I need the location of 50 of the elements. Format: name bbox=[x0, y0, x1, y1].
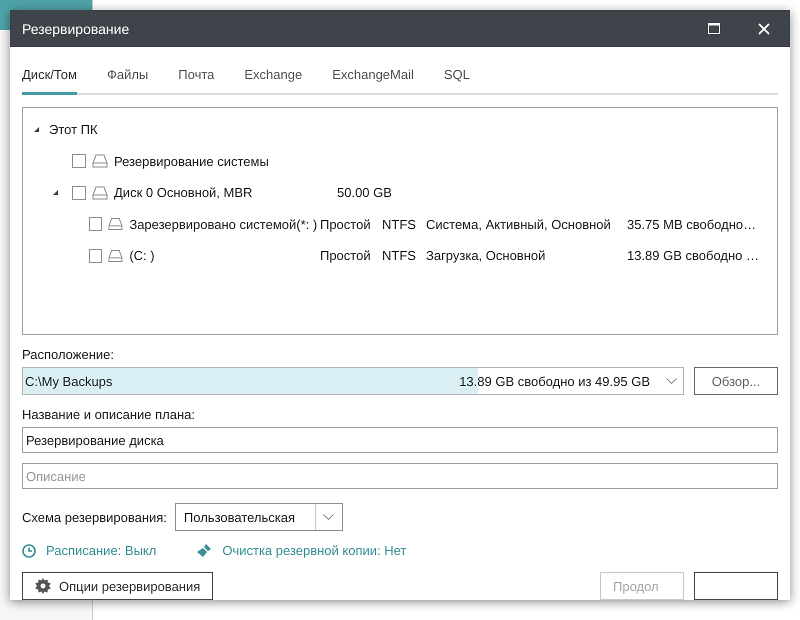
expander-icon[interactable] bbox=[52, 189, 58, 196]
tree-cell-text: 13.89 GB свободно … bbox=[626, 248, 760, 264]
tree-cell-text: NTFS bbox=[382, 248, 417, 264]
plan-name-field[interactable]: Резервирование диска bbox=[22, 427, 778, 453]
tree-item-label[interactable]: Резервирование системы bbox=[114, 154, 269, 169]
tree-item-label[interactable]: Этот ПК bbox=[49, 122, 98, 138]
drive-icon bbox=[92, 154, 108, 168]
tab[interactable]: Exchange bbox=[244, 59, 302, 95]
plan-label: Название и описание плана: bbox=[22, 407, 196, 422]
chevron-down-icon bbox=[666, 378, 677, 384]
checkbox[interactable] bbox=[89, 217, 102, 232]
clock-icon bbox=[22, 544, 36, 558]
chevron-down-icon bbox=[323, 514, 334, 520]
description-field[interactable]: Описание bbox=[22, 463, 778, 489]
brush-icon bbox=[196, 543, 212, 558]
scheme-label: Схема резервирования: bbox=[22, 510, 167, 524]
tree-cell-text: NTFS bbox=[382, 216, 417, 232]
tree-cell-text: Простой bbox=[320, 216, 372, 232]
settings-link[interactable]: Очистка резервной копии: Нет bbox=[196, 543, 406, 558]
tree-item-label[interactable]: Диск 0 Основной, MBR bbox=[114, 185, 337, 200]
tree-cell-text: Система, Активный, Основной bbox=[426, 216, 612, 232]
options-button[interactable]: Опции резервирования bbox=[22, 572, 214, 600]
scheme-dropdown[interactable]: Пользовательская bbox=[174, 503, 343, 531]
location-dropdown[interactable]: C:\My Backups 13.89 GB свободно из 49.95 GB bbox=[22, 367, 684, 395]
tab[interactable]: Диск/Том bbox=[22, 59, 77, 95]
tab[interactable]: Файлы bbox=[106, 59, 148, 95]
maximize-icon bbox=[708, 23, 720, 34]
tree-cell-text: Простой bbox=[320, 248, 372, 264]
checkbox[interactable] bbox=[89, 248, 102, 263]
expander-icon[interactable] bbox=[32, 126, 40, 134]
tab[interactable]: Почта bbox=[178, 59, 214, 95]
tree-item-label[interactable]: Зарезервировано системой(*: ) bbox=[129, 216, 320, 232]
drive-icon bbox=[108, 248, 124, 263]
window-title: Резервирование bbox=[22, 20, 130, 36]
gear-icon bbox=[35, 578, 51, 594]
checkbox[interactable] bbox=[72, 154, 86, 168]
settings-link[interactable]: Расписание: Выкл bbox=[22, 543, 156, 558]
tree-item-label[interactable]: (C: ) bbox=[129, 248, 320, 264]
dialog-button[interactable] bbox=[694, 572, 778, 600]
tree-cell-text: 50.00 GB bbox=[337, 185, 393, 200]
tab[interactable]: SQL bbox=[444, 59, 470, 95]
tree-cell-text: 35.75 MB свободно… bbox=[626, 216, 758, 232]
tree-cell-text: Загрузка, Основной bbox=[426, 248, 546, 264]
location-label: Расположение: bbox=[22, 347, 115, 362]
drive-icon bbox=[108, 217, 124, 232]
drive-icon bbox=[92, 186, 108, 200]
tab[interactable]: ExchangeMail bbox=[332, 59, 414, 95]
checkbox[interactable] bbox=[72, 186, 86, 200]
browse-button[interactable]: Обзор... bbox=[694, 367, 778, 395]
close-icon bbox=[758, 22, 770, 34]
